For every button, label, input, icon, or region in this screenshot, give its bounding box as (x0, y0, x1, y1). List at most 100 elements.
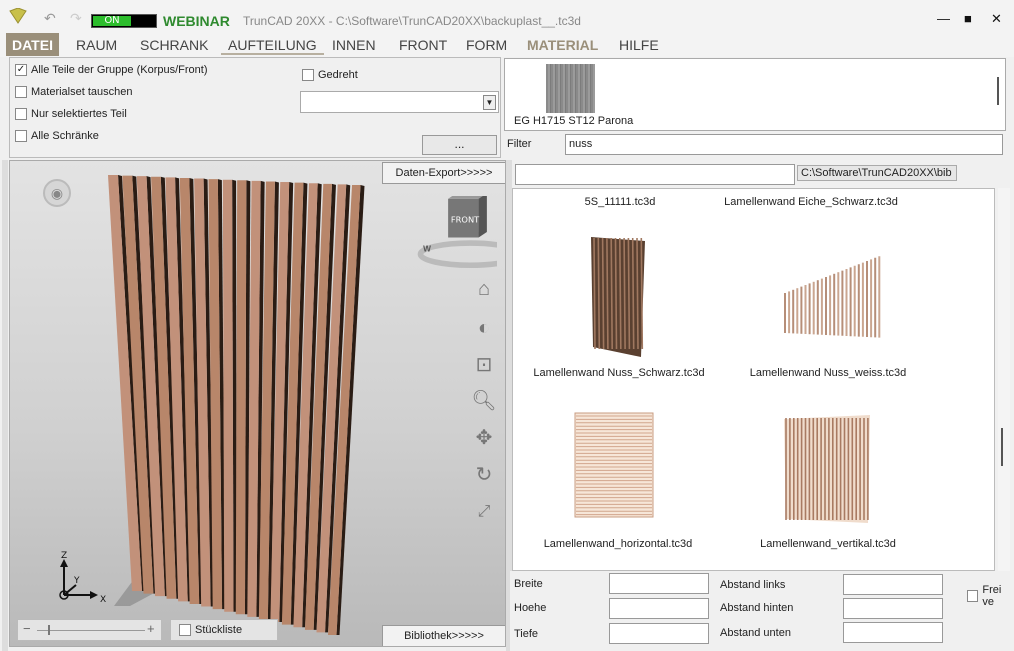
library-item-caption[interactable]: Lamellenwand_vertikal.tc3d (728, 538, 928, 550)
axis-y-label: Y (73, 576, 80, 586)
3d-viewport[interactable]: Daten-Export>>>>> ◉ FRONT W E S ⌂ ◐ ⊡ 🔍︎… (9, 160, 506, 647)
toggle-on-label: ON (93, 16, 131, 26)
filter-input[interactable]: nuss (565, 134, 1003, 155)
library-path-input[interactable] (515, 164, 795, 185)
filter-label: Filter (507, 138, 532, 150)
checkbox-box[interactable]: ✓ (15, 64, 27, 76)
checkbox-label: Alle Teile der Gruppe (Korpus/Front) (31, 64, 208, 76)
cube-front-label: FRONT (451, 214, 480, 224)
checkbox-box[interactable] (179, 624, 191, 636)
checkbox-box[interactable] (15, 130, 27, 142)
menu-form[interactable]: FORM (466, 33, 507, 55)
zoom-out-button[interactable]: − (23, 621, 31, 636)
material-swatch[interactable] (546, 64, 595, 113)
app-logo-icon[interactable] (9, 8, 27, 24)
title-bar: ↶ ↷ ON WEBINAR TrunCAD 20XX - C:\Softwar… (0, 0, 1014, 33)
checkbox-box[interactable] (302, 69, 314, 81)
minimize-button[interactable]: — (937, 11, 950, 26)
material-scrollbar[interactable] (997, 77, 999, 105)
bibliothek-button[interactable]: Bibliothek>>>>> (382, 625, 505, 646)
library-item-thumb[interactable] (782, 415, 874, 527)
fit-view-icon[interactable]: ⤢ (470, 498, 498, 526)
checkbox-label: Materialset tauschen (31, 86, 133, 98)
breite-field[interactable] (609, 573, 709, 594)
abstand-links-label: Abstand links (720, 579, 786, 591)
checkbox-box[interactable] (15, 108, 27, 120)
breite-label: Breite (514, 578, 543, 590)
library-item-caption[interactable]: Lamellenwand Nuss_Schwarz.tc3d (519, 367, 719, 379)
chevron-down-icon[interactable]: ▼ (483, 95, 496, 110)
tiefe-field[interactable] (609, 623, 709, 644)
library-item-thumb[interactable] (589, 237, 649, 359)
webinar-label[interactable]: WEBINAR (163, 13, 230, 29)
menu-material[interactable]: MATERIAL (527, 33, 598, 55)
material-combo[interactable]: ▼ (300, 91, 499, 113)
checkbox-label: Nur selektiertes Teil (31, 108, 127, 120)
browse-button[interactable]: ... (422, 135, 497, 155)
checkbox-gedreht[interactable]: Gedreht (302, 69, 358, 81)
checkbox-nur-selektiert[interactable]: Nur selektiertes Teil (15, 108, 127, 120)
material-name: EG H1715 ST12 Parona (514, 115, 634, 127)
menu-front[interactable]: FRONT (399, 33, 447, 55)
view-cube[interactable]: FRONT W E S (402, 196, 497, 268)
checkbox-box[interactable] (967, 590, 979, 602)
maximize-button[interactable]: ■ (964, 11, 972, 26)
menu-bar: DATEI RAUM SCHRANK AUFTEILUNG INNEN FRON… (0, 33, 1014, 57)
stueckliste-toggle[interactable]: Stückliste (170, 619, 278, 641)
redo-icon[interactable]: ↷ (70, 10, 82, 27)
axis-gizmo: Z Y X (59, 551, 106, 605)
axis-z-label: Z (61, 551, 67, 561)
hoehe-field[interactable] (609, 598, 709, 619)
checkbox-label: Frei ve (982, 584, 1002, 608)
menu-schrank[interactable]: SCHRANK (140, 33, 208, 55)
library-scroll-thumb[interactable] (1001, 428, 1003, 466)
checkbox-alle-schraenke[interactable]: Alle Schränke (15, 130, 99, 142)
svg-text:W: W (423, 243, 431, 253)
left-collapse-handle[interactable] (2, 160, 8, 651)
checkbox-materialset[interactable]: Materialset tauschen (15, 86, 133, 98)
library-item-thumb[interactable] (573, 411, 657, 521)
library-grid: 5S_11111.tc3d Lamellenwand Eiche_Schwarz… (512, 188, 995, 571)
stueckliste-label: Stückliste (195, 624, 243, 636)
axis-x-label: X (100, 595, 106, 605)
home-icon[interactable]: ⌂ (470, 275, 498, 303)
library-item-caption[interactable]: 5S_11111.tc3d (520, 196, 720, 208)
material-options-panel: ✓ Alle Teile der Gruppe (Korpus/Front) M… (9, 57, 501, 158)
menu-raum[interactable]: RAUM (76, 33, 117, 55)
menu-datei[interactable]: DATEI (6, 33, 59, 56)
tiefe-label: Tiefe (514, 628, 539, 640)
library-item-thumb[interactable] (781, 251, 885, 341)
abstand-unten-label: Abstand unten (720, 627, 791, 639)
menu-hilfe[interactable]: HILFE (619, 33, 659, 55)
library-scrollbar[interactable] (998, 188, 1010, 571)
zoom-icon[interactable]: 🔍︎ (470, 387, 498, 415)
zoom-window-icon[interactable]: ⊡ (470, 351, 498, 379)
checkbox-alle-teile[interactable]: ✓ Alle Teile der Gruppe (Korpus/Front) (15, 64, 208, 76)
checkbox-frei[interactable]: Frei ve (967, 584, 1014, 608)
online-toggle[interactable]: ON (91, 14, 157, 28)
library-item-caption[interactable]: Lamellenwand Eiche_Schwarz.tc3d (711, 196, 911, 208)
window-title: TrunCAD 20XX - C:\Software\TrunCAD20XX\b… (243, 14, 581, 28)
library-item-caption[interactable]: Lamellenwand_horizontal.tc3d (518, 538, 718, 550)
abstand-hinten-field[interactable] (843, 598, 943, 619)
menu-innen[interactable]: INNEN (332, 33, 376, 55)
checkbox-box[interactable] (15, 86, 27, 98)
menu-aufteilung[interactable]: AUFTEILUNG (221, 33, 324, 55)
zoom-in-button[interactable]: + (147, 621, 155, 636)
rotate-icon[interactable]: ↻ (470, 461, 498, 489)
library-item-caption[interactable]: Lamellenwand Nuss_weiss.tc3d (728, 367, 928, 379)
abstand-unten-field[interactable] (843, 622, 943, 643)
material-preview: EG H1715 ST12 Parona (504, 58, 1006, 131)
hoehe-label: Hoehe (514, 602, 547, 614)
undo-icon[interactable]: ↶ (44, 10, 56, 27)
library-path-label: C:\Software\TrunCAD20XX\bib (797, 165, 957, 181)
checkbox-label: Alle Schränke (31, 130, 99, 142)
pan-icon[interactable]: ✥ (470, 424, 498, 452)
close-button[interactable]: ✕ (991, 11, 1002, 27)
zoom-thumb[interactable] (48, 625, 50, 635)
zoom-track[interactable] (37, 630, 145, 631)
abstand-links-field[interactable] (843, 574, 943, 595)
zoom-slider[interactable]: − + (17, 619, 162, 641)
view-orbit-icon[interactable]: ◐ (470, 314, 498, 342)
slat (235, 180, 247, 615)
